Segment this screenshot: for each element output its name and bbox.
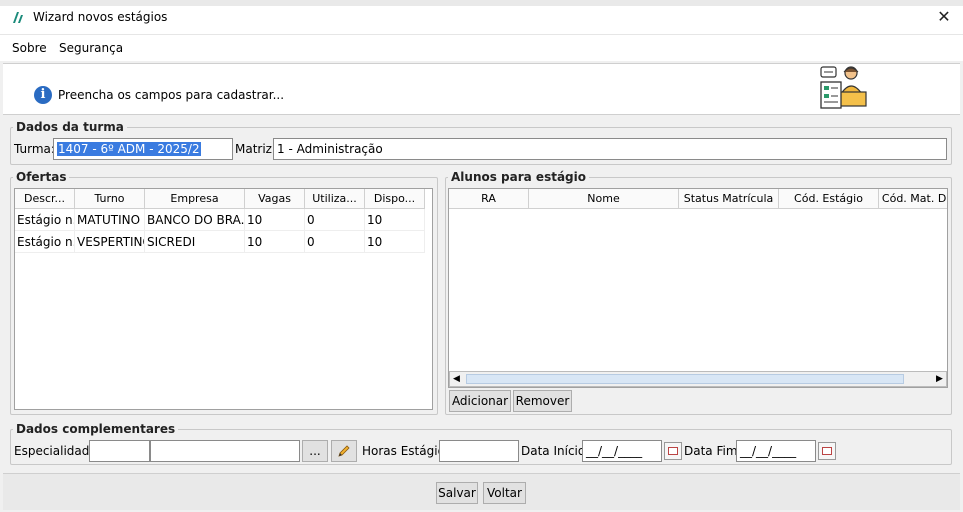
close-button[interactable]: ✕	[933, 6, 955, 28]
menu-sobre[interactable]: Sobre	[12, 41, 47, 55]
ofertas-cell[interactable]: 0	[305, 231, 365, 253]
ofertas-col-disponiveis[interactable]: Dispo...	[365, 189, 425, 209]
header-message: Preencha os campos para cadastrar...	[58, 88, 285, 102]
ofertas-cell[interactable]: 0	[305, 209, 365, 231]
ofertas-legend: Ofertas	[13, 170, 70, 184]
dados-complementares-legend: Dados complementares	[13, 422, 179, 436]
ofertas-col-utilizadas[interactable]: Utiliza...	[305, 189, 365, 209]
menu-bar	[0, 35, 963, 61]
ofertas-cell[interactable]: 10	[365, 209, 425, 231]
alunos-table[interactable]: RA Nome Status Matrícula Cód. Estágio Có…	[448, 188, 948, 388]
especialidade-label: Especialidade:	[14, 444, 101, 458]
ofertas-cell[interactable]: BANCO DO BRA...	[145, 209, 245, 231]
data-fim-label: Data Fim:	[684, 444, 742, 458]
ofertas-cell[interactable]: Estágio n...	[15, 209, 75, 231]
matriz-label: Matriz:	[235, 142, 277, 156]
especialidade-code-field[interactable]	[89, 440, 150, 462]
background-window-strip	[0, 0, 963, 6]
voltar-button[interactable]: Voltar	[483, 482, 526, 504]
scroll-thumb[interactable]	[466, 374, 904, 384]
data-fim-field[interactable]: __/__/____	[736, 440, 816, 462]
adicionar-button[interactable]: Adicionar	[449, 390, 511, 412]
edit-pencil-button[interactable]	[331, 440, 357, 462]
matriz-field[interactable]: 1 - Administração	[273, 138, 947, 160]
horas-estagio-label: Horas Estágio:	[362, 444, 449, 458]
ofertas-cell[interactable]: 10	[245, 209, 305, 231]
dados-turma-legend: Dados da turma	[13, 120, 127, 134]
info-icon: i	[34, 86, 52, 104]
alunos-horizontal-scrollbar[interactable]: ◀ ▶	[449, 371, 947, 387]
pencil-icon	[338, 445, 350, 457]
alunos-legend: Alunos para estágio	[448, 170, 589, 184]
scroll-right-icon[interactable]: ▶	[936, 374, 943, 384]
ofertas-col-empresa[interactable]: Empresa	[145, 189, 245, 209]
remover-button[interactable]: Remover	[513, 390, 572, 412]
turma-field[interactable]: 1407 - 6º ADM - 2025/2	[53, 138, 233, 160]
app-logo-icon	[13, 12, 23, 23]
data-inicio-calendar-icon[interactable]	[664, 442, 682, 460]
alunos-col-cod-estagio[interactable]: Cód. Estágio	[779, 189, 879, 209]
alunos-col-ra[interactable]: RA	[449, 189, 529, 209]
ofertas-cell[interactable]: MATUTINO	[75, 209, 145, 231]
data-inicio-field[interactable]: __/__/____	[582, 440, 662, 462]
alunos-col-cod-mat[interactable]: Cód. Mat. Dis	[879, 189, 947, 209]
data-inicio-label: Data Início:	[521, 444, 590, 458]
menu-seguranca[interactable]: Segurança	[59, 41, 123, 55]
alunos-col-status[interactable]: Status Matrícula	[679, 189, 779, 209]
ofertas-col-descricao[interactable]: Descr...	[15, 189, 75, 209]
ofertas-cell[interactable]: 10	[365, 231, 425, 253]
especialidade-browse-button[interactable]: ...	[302, 440, 328, 462]
ofertas-table[interactable]: Descr... Turno Empresa Vagas Utiliza... …	[14, 188, 433, 410]
turma-label: Turma:	[14, 142, 55, 156]
ofertas-col-turno[interactable]: Turno	[75, 189, 145, 209]
footer-bar	[3, 473, 960, 510]
ofertas-cell[interactable]: Estágio n...	[15, 231, 75, 253]
alunos-col-nome[interactable]: Nome	[529, 189, 679, 209]
ofertas-col-vagas[interactable]: Vagas	[245, 189, 305, 209]
ofertas-cell[interactable]: 10	[245, 231, 305, 253]
horas-estagio-field[interactable]	[439, 440, 519, 462]
window-title: Wizard novos estágios	[33, 10, 168, 24]
ofertas-cell[interactable]: SICREDI	[145, 231, 245, 253]
turma-value: 1407 - 6º ADM - 2025/2	[57, 142, 201, 156]
data-fim-calendar-icon[interactable]	[818, 442, 836, 460]
person-form-illustration-icon	[820, 66, 867, 109]
scroll-left-icon[interactable]: ◀	[453, 374, 460, 384]
salvar-button[interactable]: Salvar	[436, 482, 478, 504]
especialidade-desc-field[interactable]	[150, 440, 300, 462]
ofertas-cell[interactable]: VESPERTINO	[75, 231, 145, 253]
